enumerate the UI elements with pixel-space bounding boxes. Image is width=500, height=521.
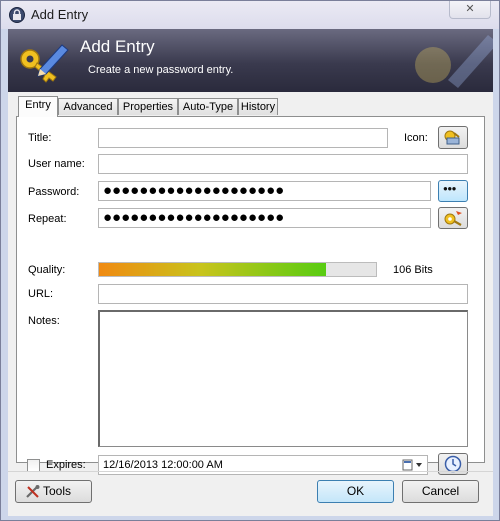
key-pencil-decoration-icon — [415, 35, 493, 88]
password-quality-bar — [98, 262, 377, 277]
notes-label: Notes: — [28, 315, 60, 327]
title-input[interactable] — [98, 128, 388, 148]
cancel-button[interactable]: Cancel — [402, 480, 479, 503]
key-icon — [444, 130, 460, 145]
tab-auto-type[interactable]: Auto-Type — [178, 98, 238, 115]
tools-icon — [26, 485, 40, 498]
lock-icon — [9, 7, 25, 23]
entry-panel: Title: Icon: User name: Password: ●●●●●●… — [16, 116, 485, 475]
add-entry-window: Add Entry ✕ Add Entry Create a new passw… — [0, 0, 500, 521]
dialog-client: Add Entry Create a new password entry. E… — [8, 29, 493, 516]
window-title: Add Entry — [31, 7, 89, 22]
notes-textarea[interactable] — [98, 310, 468, 447]
close-icon: ✕ — [465, 3, 475, 15]
url-input[interactable] — [98, 284, 468, 304]
expiry-date-picker[interactable]: 12/16/2013 12:00:00 AM — [98, 455, 428, 475]
banner-subtitle: Create a new password entry. — [88, 64, 234, 76]
banner-title: Add Entry — [80, 37, 155, 56]
ok-button[interactable]: OK — [317, 480, 394, 503]
key-pencil-icon — [20, 44, 69, 83]
password-input[interactable]: ●●●●●●●●●●●●●●●●●●●● — [98, 181, 431, 201]
calendar-dropdown-icon[interactable] — [401, 458, 425, 472]
expires-label: Expires: — [46, 459, 86, 471]
tools-button-label: Tools — [43, 484, 72, 498]
title-label: Title: — [28, 132, 52, 144]
password-quality-fill — [99, 263, 327, 276]
password-generator-button[interactable] — [438, 207, 468, 229]
title-bar[interactable]: Add Entry ✕ — [1, 1, 499, 29]
tab-properties[interactable]: Properties — [118, 98, 178, 115]
username-label: User name: — [28, 158, 85, 170]
quality-label: Quality: — [28, 264, 66, 276]
repeat-password-input[interactable]: ●●●●●●●●●●●●●●●●●●●● — [98, 208, 431, 228]
footer-separator — [8, 471, 493, 472]
username-input[interactable] — [98, 154, 468, 174]
tab-entry[interactable]: Entry — [18, 96, 58, 117]
close-button[interactable]: ✕ — [449, 1, 491, 19]
icon-label: Icon: — [404, 132, 428, 144]
tab-advanced[interactable]: Advanced — [58, 98, 118, 115]
icon-picker-button[interactable] — [438, 126, 468, 149]
show-password-button[interactable]: ●●● — [438, 180, 468, 202]
expiry-date-value: 12/16/2013 12:00:00 AM — [103, 459, 223, 471]
password-label: Password: — [28, 186, 80, 198]
tools-button[interactable]: Tools — [15, 480, 92, 503]
banner: Add Entry Create a new password entry. — [8, 29, 493, 92]
tab-history[interactable]: History — [238, 98, 278, 115]
password-generator-icon — [444, 211, 462, 226]
repeat-label: Repeat: — [28, 213, 67, 225]
dots-icon: ●●● — [443, 184, 457, 193]
quality-bits-text: 106 Bits — [393, 264, 433, 276]
url-label: URL: — [28, 288, 54, 300]
